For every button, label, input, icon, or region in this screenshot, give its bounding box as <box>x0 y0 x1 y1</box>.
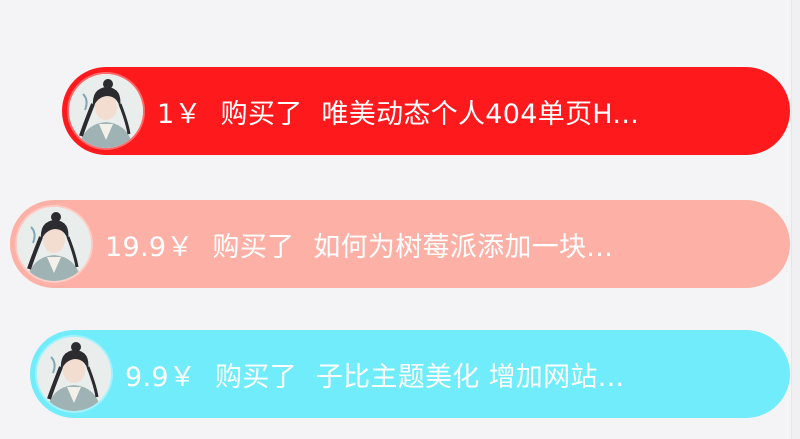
purchase-notification[interactable]: 1￥ 购买了 唯美动态个人404单页H... <box>62 67 790 155</box>
purchase-message: 9.9￥ 购买了 子比主题美化 增加网站... <box>125 355 790 394</box>
scrollbar[interactable] <box>791 0 800 439</box>
user-avatar-icon <box>37 337 111 411</box>
purchase-message: 19.9￥ 购买了 如何为树莓派添加一块... <box>105 225 790 264</box>
purchase-message: 1￥ 购买了 唯美动态个人404单页H... <box>157 92 790 131</box>
price: 19.9￥ <box>105 231 194 263</box>
user-avatar-icon <box>17 207 91 281</box>
price: 9.9￥ <box>125 361 197 393</box>
product-title: 唯美动态个人404单页H... <box>321 98 640 130</box>
price: 1￥ <box>157 98 202 130</box>
product-title: 子比主题美化 增加网站... <box>315 361 625 393</box>
user-avatar-icon <box>69 74 143 148</box>
purchase-action: 购买了 <box>215 361 297 393</box>
purchase-feed: 1￥ 购买了 唯美动态个人404单页H... 19.9￥ 购买了 如何为树莓派添… <box>0 0 792 439</box>
purchase-notification[interactable]: 19.9￥ 购买了 如何为树莓派添加一块... <box>10 200 790 288</box>
purchase-action: 购买了 <box>212 231 295 263</box>
purchase-notification[interactable]: 9.9￥ 购买了 子比主题美化 增加网站... <box>30 330 790 418</box>
product-title: 如何为树莓派添加一块... <box>313 231 613 263</box>
purchase-action: 购买了 <box>220 98 303 130</box>
